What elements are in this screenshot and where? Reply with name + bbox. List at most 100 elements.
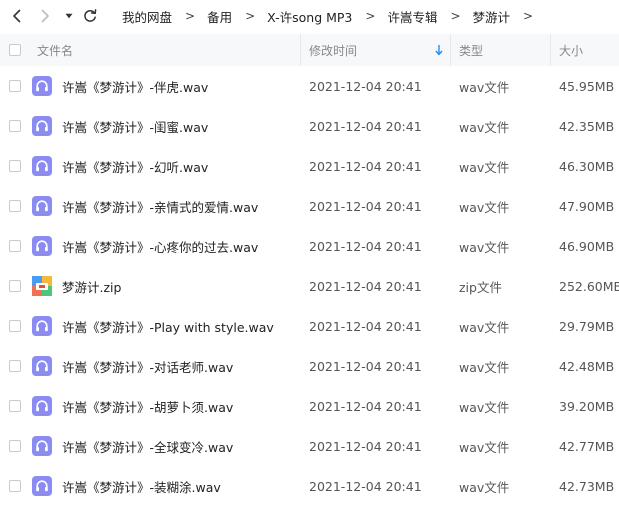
file-size: 42.35MB [559,118,615,134]
file-modified-date: 2021-12-04 20:41 [309,318,422,334]
file-name: 许嵩《梦游计》-心疼你的过去.wav [62,239,259,255]
audio-file-icon [32,396,52,416]
file-size: 46.90MB [559,238,615,254]
file-name: 许嵩《梦游计》-闺蜜.wav [62,119,209,135]
history-dropdown-button[interactable] [63,0,75,32]
file-name: 梦游计.zip [62,279,122,295]
caret-down-icon [65,13,73,19]
file-type: wav文件 [459,159,510,175]
file-type: wav文件 [459,359,510,375]
refresh-button[interactable] [80,0,100,32]
audio-file-icon [32,476,52,496]
column-divider[interactable] [550,34,551,66]
row-checkbox[interactable] [9,160,21,172]
file-row[interactable]: 许嵩《梦游计》-对话老师.wav 2021-12-04 20:41 wav文件 … [0,346,619,386]
file-modified-date: 2021-12-04 20:41 [309,438,422,454]
file-type: wav文件 [459,399,510,415]
row-checkbox[interactable] [9,120,21,132]
audio-file-icon [32,156,52,176]
row-checkbox[interactable] [9,200,21,212]
audio-file-icon [32,76,52,96]
file-row[interactable]: 许嵩《梦游计》-幻听.wav 2021-12-04 20:41 wav文件 46… [0,146,619,186]
row-checkbox[interactable] [9,320,21,332]
file-modified-date: 2021-12-04 20:41 [309,78,422,94]
row-checkbox[interactable] [9,240,21,252]
back-button[interactable] [8,0,26,32]
chevron-left-icon [13,9,21,23]
audio-file-icon [32,116,52,136]
file-modified-date: 2021-12-04 20:41 [309,358,422,374]
sort-descending-icon[interactable] [435,44,443,56]
row-checkbox[interactable] [9,280,21,292]
file-name: 许嵩《梦游计》-Play with style.wav [62,319,274,335]
row-checkbox[interactable] [9,480,21,492]
file-modified-date: 2021-12-04 20:41 [309,278,422,294]
file-size: 42.48MB [559,358,615,374]
file-type: wav文件 [459,319,510,335]
file-type: wav文件 [459,239,510,255]
file-modified-date: 2021-12-04 20:41 [309,238,422,254]
forward-button[interactable] [36,0,54,32]
file-row[interactable]: 许嵩《梦游计》-胡萝卜须.wav 2021-12-04 20:41 wav文件 … [0,386,619,426]
column-divider[interactable] [450,34,451,66]
file-name: 许嵩《梦游计》-幻听.wav [62,159,209,175]
file-modified-date: 2021-12-04 20:41 [309,158,422,174]
file-row[interactable]: 许嵩《梦游计》-Play with style.wav 2021-12-04 2… [0,306,619,346]
column-header-type[interactable]: 类型 [459,34,483,66]
row-checkbox[interactable] [9,400,21,412]
file-row[interactable]: 许嵩《梦游计》-装糊涂.wav 2021-12-04 20:41 wav文件 4… [0,466,619,506]
audio-file-icon [32,236,52,256]
file-row[interactable]: 许嵩《梦游计》-闺蜜.wav 2021-12-04 20:41 wav文件 42… [0,106,619,146]
file-row[interactable]: 梦游计.zip 2021-12-04 20:41 zip文件 252.60MB [0,266,619,306]
file-name: 许嵩《梦游计》-亲情式的爱情.wav [62,199,259,215]
file-modified-date: 2021-12-04 20:41 [309,478,422,494]
file-row[interactable]: 许嵩《梦游计》-全球变冷.wav 2021-12-04 20:41 wav文件 … [0,426,619,466]
audio-file-icon [32,436,52,456]
file-size: 46.30MB [559,158,615,174]
breadcrumb-item-albums[interactable]: 许嵩专辑 [387,7,437,26]
file-size: 42.77MB [559,438,615,454]
column-header-name[interactable]: 文件名 [37,34,73,66]
file-type: zip文件 [459,279,502,295]
file-size: 252.60MB [559,278,619,294]
breadcrumb-item-my-drive[interactable]: 我的网盘 [122,7,172,26]
file-type: wav文件 [459,119,510,135]
audio-file-icon [32,356,52,376]
row-checkbox[interactable] [9,360,21,372]
column-header-size[interactable]: 大小 [559,34,583,66]
file-name: 许嵩《梦游计》-对话老师.wav [62,359,234,375]
file-size: 39.20MB [559,398,615,414]
breadcrumb: 我的网盘 > 备用 > X-许song MP3 > 许嵩专辑 > 梦游计 > [122,0,533,32]
row-checkbox[interactable] [9,80,21,92]
select-all-checkbox[interactable] [9,44,21,56]
refresh-icon [84,9,97,22]
breadcrumb-item-backup[interactable]: 备用 [207,7,232,26]
breadcrumb-separator: > [185,9,196,23]
file-row[interactable]: 许嵩《梦游计》-亲情式的爱情.wav 2021-12-04 20:41 wav文… [0,186,619,226]
file-row[interactable]: 许嵩《梦游计》-心疼你的过去.wav 2021-12-04 20:41 wav文… [0,226,619,266]
file-size: 29.79MB [559,318,615,334]
breadcrumb-item-mp3-folder[interactable]: X-许song MP3 [267,7,352,26]
file-modified-date: 2021-12-04 20:41 [309,118,422,134]
file-name: 许嵩《梦游计》-全球变冷.wav [62,439,234,455]
file-size: 47.90MB [559,198,615,214]
column-divider[interactable] [300,34,301,66]
row-checkbox[interactable] [9,440,21,452]
column-header-modified[interactable]: 修改时间 [309,34,357,66]
file-size: 42.73MB [559,478,615,494]
file-type: wav文件 [459,439,510,455]
breadcrumb-separator: > [245,9,256,23]
file-name: 许嵩《梦游计》-伴虎.wav [62,79,209,95]
file-modified-date: 2021-12-04 20:41 [309,198,422,214]
file-size: 45.95MB [559,78,615,94]
breadcrumb-item-current-folder[interactable]: 梦游计 [473,7,511,26]
file-name: 许嵩《梦游计》-胡萝卜须.wav [62,399,234,415]
file-row[interactable]: 许嵩《梦游计》-伴虎.wav 2021-12-04 20:41 wav文件 45… [0,66,619,106]
file-type: wav文件 [459,479,510,495]
chevron-right-icon [41,9,49,23]
audio-file-icon [32,316,52,336]
audio-file-icon [32,196,52,216]
navigation-bar: 我的网盘 > 备用 > X-许song MP3 > 许嵩专辑 > 梦游计 > [0,0,619,32]
file-type: wav文件 [459,199,510,215]
breadcrumb-separator: > [523,9,534,23]
